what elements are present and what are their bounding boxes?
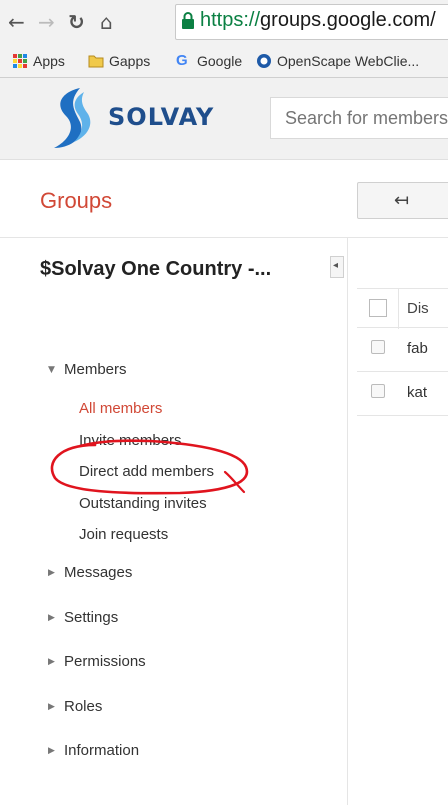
bookmark-label: Apps: [33, 53, 65, 69]
back-nav-icon[interactable]: ←: [8, 12, 25, 32]
table-row[interactable]: fab: [357, 329, 448, 372]
google-g-icon: G: [176, 52, 188, 69]
chevron-right-icon: ▶: [48, 656, 55, 667]
chevron-left-icon: ◂: [333, 260, 339, 271]
groups-bar: Groups ↤: [0, 160, 448, 238]
forward-nav-icon[interactable]: →: [38, 12, 55, 32]
chevron-down-icon: ▼: [48, 364, 55, 375]
solvay-logo-icon: [54, 88, 91, 148]
sidebar-section-settings[interactable]: ▶ Settings: [48, 609, 118, 626]
search-box: [270, 97, 448, 139]
section-label: Members: [64, 361, 127, 378]
chevron-right-icon: ▶: [48, 745, 55, 756]
section-label: Settings: [64, 609, 119, 626]
chevron-right-icon: ▶: [48, 567, 55, 578]
app-header: SOLVAY: [0, 78, 448, 160]
sidebar: $Solvay One Country -... ◂ ▼ Members All…: [0, 238, 348, 805]
chevron-right-icon: ▶: [48, 612, 55, 623]
bookmark-apps[interactable]: Apps: [12, 53, 65, 69]
bookmark-label: OpenScape WebClie...: [277, 53, 420, 69]
table-header: Dis: [357, 288, 448, 329]
column-header-display-name[interactable]: Dis: [407, 300, 429, 317]
back-button[interactable]: ↤: [357, 182, 448, 219]
logo-text: SOLVAY: [108, 103, 215, 131]
sidebar-section-roles[interactable]: ▶ Roles: [48, 698, 102, 715]
sidebar-section-members[interactable]: ▼ Members: [48, 361, 127, 378]
sidebar-item-join-requests[interactable]: Join requests: [79, 526, 168, 543]
column-divider: [398, 289, 399, 329]
section-label: Roles: [64, 698, 103, 715]
apps-grid-icon: [13, 54, 27, 68]
back-arrow-icon: ↤: [394, 190, 410, 211]
sidebar-section-information[interactable]: ▶ Information: [48, 742, 139, 759]
table-row[interactable]: kat: [357, 373, 448, 416]
section-label: Permissions: [64, 653, 146, 670]
sidebar-section-messages[interactable]: ▶ Messages: [48, 564, 132, 581]
select-all-checkbox[interactable]: [369, 299, 387, 317]
chevron-right-icon: ▶: [48, 701, 55, 712]
lock-icon: [182, 12, 194, 29]
url-text: https://groups.google.com/: [200, 9, 436, 32]
browser-toolbar: ← → ↻ ⌂ https://groups.google.com/: [0, 0, 448, 45]
search-input[interactable]: [271, 98, 448, 139]
url-host: groups.google.com/: [260, 9, 436, 31]
section-label: Messages: [64, 564, 133, 581]
page-title[interactable]: Groups: [40, 188, 112, 214]
section-label: Information: [64, 742, 140, 759]
bookmark-openscape[interactable]: OpenScape WebClie...: [256, 53, 419, 69]
reload-icon[interactable]: ↻: [68, 12, 85, 32]
sidebar-item-invite-members[interactable]: Invite members: [79, 432, 182, 449]
row-checkbox[interactable]: [371, 340, 385, 354]
members-table: Dis fab kat: [349, 238, 448, 805]
member-name: kat: [407, 384, 428, 401]
group-name: $Solvay One Country -...: [40, 258, 272, 280]
sidebar-item-all-members[interactable]: All members: [79, 400, 162, 417]
bookmark-label: Gapps: [109, 53, 151, 69]
bookmark-gapps[interactable]: Gapps: [88, 53, 150, 69]
url-scheme: https://: [200, 9, 261, 31]
collapse-sidebar-button[interactable]: ◂: [330, 256, 344, 278]
sidebar-item-direct-add-members[interactable]: Direct add members: [79, 463, 214, 480]
folder-icon: [88, 55, 104, 68]
bookmarks-bar: Apps Gapps G Google OpenScape WebClie...: [0, 45, 448, 78]
sidebar-section-permissions[interactable]: ▶ Permissions: [48, 653, 146, 670]
bookmark-google[interactable]: G Google: [176, 52, 243, 70]
row-checkbox[interactable]: [371, 384, 385, 398]
member-name: fab: [407, 340, 428, 357]
bookmark-label: Google: [197, 53, 243, 69]
home-icon[interactable]: ⌂: [100, 12, 113, 32]
openscape-icon: [257, 54, 271, 68]
sidebar-item-outstanding-invites[interactable]: Outstanding invites: [79, 495, 207, 512]
